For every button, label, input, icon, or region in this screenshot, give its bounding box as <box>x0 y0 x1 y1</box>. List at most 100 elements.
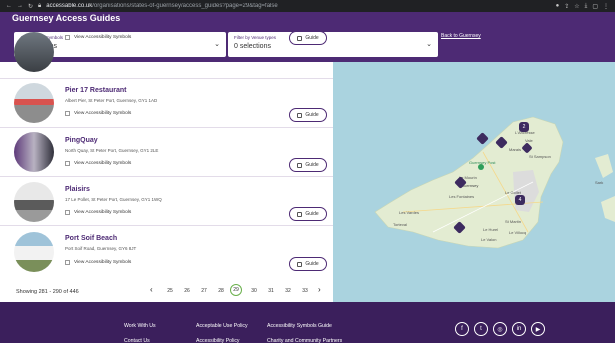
map-label: Les Fontaines <box>449 194 475 199</box>
map-label: St Sampson <box>529 154 551 159</box>
venue-name[interactable]: Port Soif Beach <box>65 235 117 242</box>
herm-island <box>595 154 613 178</box>
prev-page-icon[interactable]: ‹ <box>150 285 153 294</box>
venue-thumbnail <box>14 83 54 123</box>
map-label: St Martin <box>505 219 522 224</box>
view-accessibility-symbols-link[interactable]: View Accessibility Symbols <box>65 210 131 215</box>
back-to-guernsey-link[interactable]: Back to Guernsey <box>441 33 481 39</box>
guide-button[interactable]: Guide <box>289 257 327 271</box>
forward-icon[interactable]: → <box>17 3 23 10</box>
map-label: Le Villocq <box>509 230 527 235</box>
venue-thumbnail <box>14 132 54 172</box>
page-link[interactable]: 32 <box>282 288 294 294</box>
list-item: Pier 17 Restaurant Albert Pier, St Peter… <box>0 79 333 128</box>
map-label: Torteval <box>393 222 408 227</box>
map[interactable]: L'Ancresse Vale Marais St Sampson Le Mou… <box>333 62 615 302</box>
page-link-current[interactable]: 29 <box>230 284 242 296</box>
map-label: Le Valon <box>481 237 497 242</box>
site-footer: Work With Us Contact Us Acceptable Use P… <box>0 302 615 344</box>
page-title: Guernsey Access Guides <box>12 13 121 23</box>
next-page-icon[interactable]: › <box>318 285 321 294</box>
grid-icon <box>65 260 70 265</box>
document-icon <box>297 162 303 168</box>
menu-icon[interactable]: ⋮ <box>603 3 609 10</box>
chevron-down-icon: ⌄ <box>426 41 432 48</box>
page-link[interactable]: 27 <box>198 288 210 294</box>
page-link[interactable]: 26 <box>181 288 193 294</box>
footer-link-symbols-guide[interactable]: Accessibility Symbols Guide <box>267 323 332 329</box>
back-icon[interactable]: ← <box>6 3 12 10</box>
twitter-icon[interactable]: t <box>474 322 488 336</box>
document-icon <box>297 211 303 217</box>
list-item: Port Soif Beach Port Soif Road, Guernsey… <box>0 226 333 280</box>
youtube-icon[interactable]: ▶ <box>531 322 545 336</box>
list-item: PingQuay North Quay, St Peter Port, Guer… <box>0 128 333 177</box>
map-label: Sark <box>595 180 604 185</box>
page-link[interactable]: 30 <box>248 288 260 294</box>
venue-name[interactable]: Plaisirs <box>65 186 90 193</box>
url-path: /organisations/states-of-guernsey/access… <box>92 3 278 9</box>
footer-link-accessibility-policy[interactable]: Accessibility Policy <box>196 338 240 344</box>
profile-icon[interactable]: ● <box>556 3 560 10</box>
footer-link-work-with-us[interactable]: Work With Us <box>124 323 156 329</box>
instagram-icon[interactable]: ◎ <box>493 322 507 336</box>
venue-thumbnail <box>14 32 54 72</box>
venue-address: Port Soif Road, Guernsey, GY6 8JT <box>65 246 137 251</box>
list-item: Plaisirs 17 Le Pollet, St Peter Port, Gu… <box>0 177 333 226</box>
guide-button[interactable]: Guide <box>289 108 327 122</box>
map-canvas <box>374 116 615 249</box>
venue-name[interactable]: Pier 17 Restaurant <box>65 87 126 94</box>
map-label: Marais <box>509 147 522 152</box>
venue-thumbnail <box>14 182 54 222</box>
location-pin-icon <box>478 164 484 170</box>
lock-icon: 🔒︎ <box>38 2 42 9</box>
grid-icon <box>65 111 70 116</box>
view-accessibility-symbols-link[interactable]: View Accessibility Symbols <box>65 35 131 40</box>
main-content: View Accessibility Symbols Guide Pier 17… <box>0 31 615 302</box>
guide-button[interactable]: Guide <box>289 31 327 45</box>
footer-link-charity-partners[interactable]: Charity and Community Partners <box>267 338 342 344</box>
venue-list: View Accessibility Symbols Guide Pier 17… <box>0 31 333 302</box>
list-item: View Accessibility Symbols Guide <box>0 31 333 79</box>
browser-nav: ← → ↻ <box>6 3 33 10</box>
grid-icon <box>65 35 70 40</box>
map-cluster-marker[interactable]: 2 <box>519 122 529 132</box>
venue-address: 17 Le Pollet, St Peter Port, Guernsey, G… <box>65 197 162 202</box>
browser-bar: ← → ↻ 🔒︎ accessable.co.uk/organisations/… <box>0 0 615 12</box>
footer-link-acceptable-use[interactable]: Acceptable Use Policy <box>196 323 248 329</box>
document-icon <box>297 112 303 118</box>
reload-icon[interactable]: ↻ <box>28 3 33 10</box>
footer-link-contact-us[interactable]: Contact Us <box>124 338 150 344</box>
linkedin-icon[interactable]: in <box>512 322 526 336</box>
view-accessibility-symbols-link[interactable]: View Accessibility Symbols <box>65 111 131 116</box>
page-link[interactable]: 25 <box>164 288 176 294</box>
view-accessibility-symbols-link[interactable]: View Accessibility Symbols <box>65 161 131 166</box>
bookmark-star-icon[interactable]: ☆ <box>574 3 579 10</box>
venue-thumbnail <box>14 232 54 272</box>
guide-button[interactable]: Guide <box>289 207 327 221</box>
grid-icon <box>65 210 70 215</box>
download-icon[interactable]: ⤓ <box>585 3 588 10</box>
results-count: Showing 281 - 290 of 446 <box>16 288 79 295</box>
window-icon[interactable]: ▢ <box>592 3 598 10</box>
page-link[interactable]: 33 <box>299 288 311 294</box>
page-link[interactable]: 28 <box>215 288 227 294</box>
share-icon[interactable]: ⇪ <box>564 3 569 10</box>
grid-icon <box>65 161 70 166</box>
url-host: accessable.co.uk <box>46 3 93 9</box>
sark-island <box>601 196 615 222</box>
document-icon <box>297 35 303 41</box>
map-label: Le Hurel <box>483 227 499 232</box>
venue-name[interactable]: PingQuay <box>65 137 98 144</box>
pagination: Showing 281 - 290 of 446 ‹ 25 26 27 28 2… <box>0 281 333 302</box>
venue-address: North Quay, St Peter Port, Guernsey, GY1… <box>65 148 159 153</box>
view-accessibility-symbols-link[interactable]: View Accessibility Symbols <box>65 260 131 265</box>
map-cluster-marker[interactable]: 4 <box>515 195 525 205</box>
address-bar[interactable]: accessable.co.uk/organisations/states-of… <box>46 3 550 9</box>
page-link[interactable]: 31 <box>265 288 277 294</box>
map-label: Les Vardes <box>399 210 419 215</box>
document-icon <box>297 261 303 267</box>
venue-address: Albert Pier, St Peter Port, Guernsey, GY… <box>65 98 158 103</box>
facebook-icon[interactable]: f <box>455 322 469 336</box>
guide-button[interactable]: Guide <box>289 158 327 172</box>
